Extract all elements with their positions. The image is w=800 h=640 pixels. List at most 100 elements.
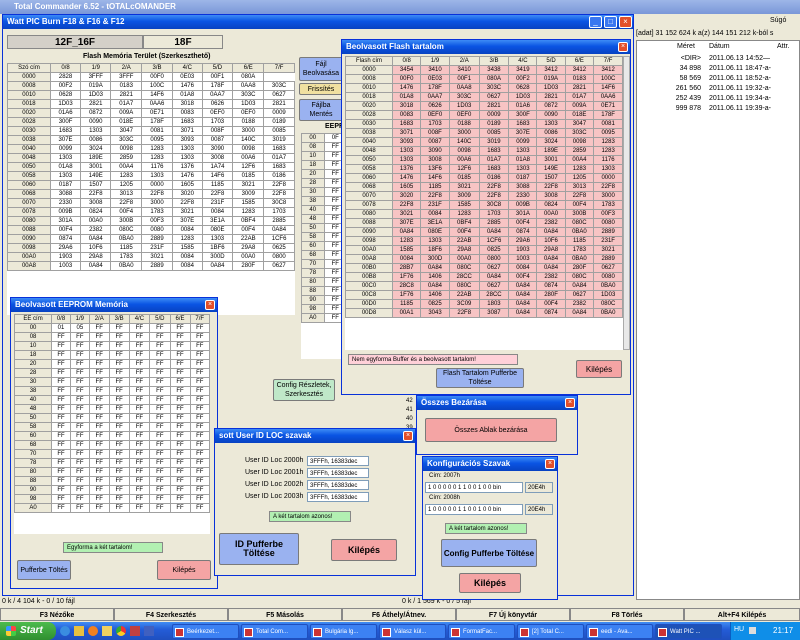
data-cell[interactable]: 01A7 — [110, 99, 143, 109]
close-button[interactable]: × — [619, 16, 632, 28]
data-cell[interactable]: FF — [51, 431, 71, 441]
data-cell[interactable]: 22F8 — [478, 191, 510, 201]
data-cell[interactable]: 300F — [508, 110, 538, 120]
data-cell[interactable]: 1303 — [536, 119, 566, 129]
function-key-button[interactable]: F7 Új könyvtár — [456, 608, 570, 621]
data-cell[interactable]: FF — [88, 458, 110, 468]
data-cell[interactable]: 0874 — [508, 227, 538, 237]
data-cell[interactable]: 100C — [593, 74, 623, 84]
data-cell[interactable]: 080A — [478, 74, 510, 84]
data-cell[interactable]: 28CC — [448, 272, 480, 282]
data-cell[interactable]: 178F — [593, 110, 623, 120]
data-cell[interactable]: FF — [149, 332, 171, 342]
data-cell[interactable]: FF — [69, 341, 90, 351]
data-cell[interactable]: 303C — [564, 128, 595, 138]
data-cell[interactable]: 0874 — [536, 281, 566, 291]
data-cell[interactable]: 0000 — [141, 180, 173, 190]
data-cell[interactable]: 3008 — [80, 198, 112, 208]
data-cell[interactable]: 303C — [478, 83, 510, 93]
data-cell[interactable]: 0188 — [448, 119, 480, 129]
folder-icon[interactable] — [102, 626, 112, 636]
data-cell[interactable]: 2330 — [508, 191, 538, 201]
data-cell[interactable]: 3093 — [171, 135, 203, 145]
save-to-file-button[interactable]: Fájlba Mentés — [299, 99, 343, 121]
data-cell[interactable]: FF — [169, 395, 191, 405]
data-cell[interactable]: 307E — [392, 218, 422, 228]
data-cell[interactable]: 01A7 — [564, 92, 595, 102]
close-icon[interactable]: × — [618, 42, 628, 52]
data-cell[interactable]: 1303 — [593, 164, 623, 174]
data-cell[interactable]: 0185 — [448, 173, 480, 183]
browser-icon[interactable] — [60, 626, 70, 636]
data-cell[interactable]: 0628 — [508, 83, 538, 93]
data-cell[interactable]: 303C — [232, 90, 265, 100]
data-cell[interactable]: FF — [189, 476, 210, 486]
data-cell[interactable]: 00F4 — [536, 299, 566, 309]
data-cell[interactable]: 1176 — [593, 155, 623, 165]
data-cell[interactable]: 300D — [420, 254, 450, 264]
minimize-button[interactable]: _ — [589, 16, 602, 28]
data-cell[interactable]: 22F8 — [564, 191, 595, 201]
data-cell[interactable]: 300D — [201, 252, 234, 262]
data-cell[interactable]: 0084 — [392, 254, 422, 264]
data-cell[interactable]: 29A8 — [536, 245, 566, 255]
data-cell[interactable]: 0628 — [49, 90, 82, 100]
data-cell[interactable]: FF — [51, 413, 71, 423]
data-cell[interactable]: 01 — [51, 323, 71, 333]
data-cell[interactable]: FF — [169, 386, 191, 396]
data-cell[interactable]: 080A — [232, 72, 265, 82]
data-cell[interactable]: FF — [128, 467, 151, 477]
data-cell[interactable]: FF — [189, 413, 210, 423]
data-cell[interactable]: 22AB — [448, 236, 480, 246]
data-cell[interactable]: 307E — [508, 128, 538, 138]
data-cell[interactable]: 0825 — [420, 299, 450, 309]
config-details-button[interactable]: Config Részletek, Szerkesztés — [273, 379, 335, 401]
data-cell[interactable]: FF — [88, 323, 110, 333]
data-cell[interactable]: 0EF0 — [448, 110, 480, 120]
data-cell[interactable]: FF — [189, 440, 210, 450]
data-cell[interactable]: FF — [169, 467, 191, 477]
data-cell[interactable]: 080C — [564, 218, 595, 228]
data-cell[interactable]: FF — [189, 359, 210, 369]
data-cell[interactable]: 22F8 — [593, 182, 623, 192]
data-cell[interactable]: 3001 — [536, 155, 566, 165]
data-cell[interactable]: 231F — [420, 200, 450, 210]
eeprom-load-buffer-button[interactable]: Pufferbe Töltés — [17, 560, 71, 580]
data-cell[interactable]: 1903 — [49, 252, 82, 262]
data-cell[interactable]: 1783 — [593, 200, 623, 210]
data-cell[interactable]: FF — [108, 440, 130, 450]
data-cell[interactable]: 231F — [593, 236, 623, 246]
data-cell[interactable]: FF — [88, 440, 110, 450]
data-cell[interactable]: 0183 — [564, 74, 595, 84]
data-cell[interactable]: FF — [128, 494, 151, 504]
data-cell[interactable]: 300B — [564, 209, 595, 219]
data-cell[interactable]: 0AA7 — [420, 92, 450, 102]
data-cell[interactable]: 3021 — [141, 252, 173, 262]
data-cell[interactable]: 0090 — [536, 110, 566, 120]
data-cell[interactable]: 0084 — [171, 261, 203, 271]
data-cell[interactable]: 080C — [448, 263, 480, 273]
data-cell[interactable]: 0087 — [420, 137, 450, 147]
data-cell[interactable]: 22F8 — [263, 189, 295, 199]
data-cell[interactable]: FF — [108, 359, 130, 369]
pic-burn-titlebar[interactable]: Watt PIC Burn F18 & F16 & F12 — [3, 15, 633, 29]
data-cell[interactable]: 1D03 — [508, 92, 538, 102]
data-cell[interactable]: 0090 — [80, 117, 112, 127]
data-cell[interactable]: FF — [69, 458, 90, 468]
data-cell[interactable]: 3047 — [564, 119, 595, 129]
data-cell[interactable]: 1D03 — [232, 99, 265, 109]
data-cell[interactable]: FF — [128, 395, 151, 405]
taskbar-item[interactable]: Válasz kül... — [379, 624, 446, 639]
data-cell[interactable]: 2885 — [478, 218, 510, 228]
data-cell[interactable]: FF — [169, 368, 191, 378]
data-cell[interactable]: 30C8 — [478, 200, 510, 210]
data-cell[interactable]: FF — [128, 449, 151, 459]
user-id-value[interactable]: 3FFFh, 16383dec — [307, 468, 369, 478]
data-cell[interactable]: FF — [128, 323, 151, 333]
data-cell[interactable]: 0A84 — [508, 299, 538, 309]
data-cell[interactable]: FF — [169, 377, 191, 387]
data-cell[interactable]: 0A84 — [508, 290, 538, 300]
data-cell[interactable]: 2382 — [536, 272, 566, 282]
data-cell[interactable]: 0080 — [593, 272, 623, 282]
data-cell[interactable]: 2821 — [110, 90, 143, 100]
